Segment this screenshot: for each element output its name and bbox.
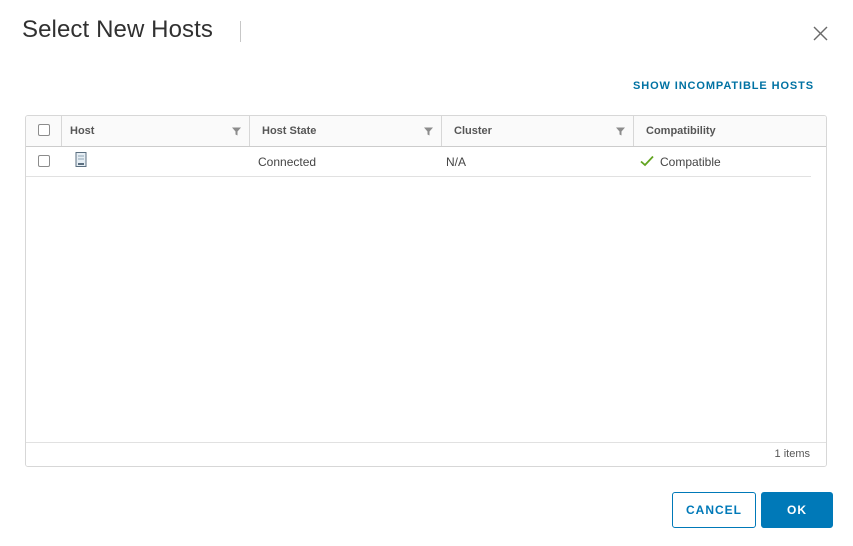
- dialog-title: Select New Hosts: [22, 16, 213, 43]
- filter-icon[interactable]: [424, 127, 433, 136]
- host-state-cell: Connected: [258, 155, 317, 169]
- column-header-label: Compatibility: [646, 125, 716, 137]
- column-header-label: Host State: [262, 125, 317, 137]
- close-icon: [813, 26, 828, 41]
- filter-icon[interactable]: [232, 127, 241, 136]
- host-server-icon: [75, 152, 87, 167]
- table-row[interactable]: Connected N/A Compatible: [26, 147, 811, 177]
- filter-icon[interactable]: [616, 127, 625, 136]
- cancel-button[interactable]: CANCEL: [672, 492, 756, 528]
- column-header-host-state[interactable]: Host State: [250, 116, 442, 146]
- datagrid-footer: 1 items: [26, 442, 826, 466]
- column-header-label: Host: [70, 125, 95, 137]
- close-button[interactable]: [810, 22, 832, 44]
- select-all-checkbox[interactable]: [38, 124, 50, 136]
- datagrid-header: Host Host State Cluster Compatibility: [26, 116, 826, 147]
- column-header-compatibility[interactable]: Compatibility: [634, 116, 826, 146]
- show-incompatible-hosts-link[interactable]: SHOW INCOMPATIBLE HOSTS: [633, 80, 814, 92]
- row-select-checkbox[interactable]: [38, 155, 50, 167]
- cluster-cell: N/A: [446, 155, 467, 169]
- checkmark-icon: [640, 155, 654, 167]
- title-divider: [240, 21, 241, 42]
- ok-button[interactable]: OK: [761, 492, 833, 528]
- compatibility-label: Compatible: [660, 155, 721, 169]
- hosts-datagrid: Host Host State Cluster Compatibility Co…: [25, 115, 827, 467]
- column-header-cluster[interactable]: Cluster: [442, 116, 634, 146]
- item-count: 1 items: [774, 448, 810, 460]
- column-header-host[interactable]: Host: [58, 116, 249, 146]
- column-header-label: Cluster: [454, 125, 492, 137]
